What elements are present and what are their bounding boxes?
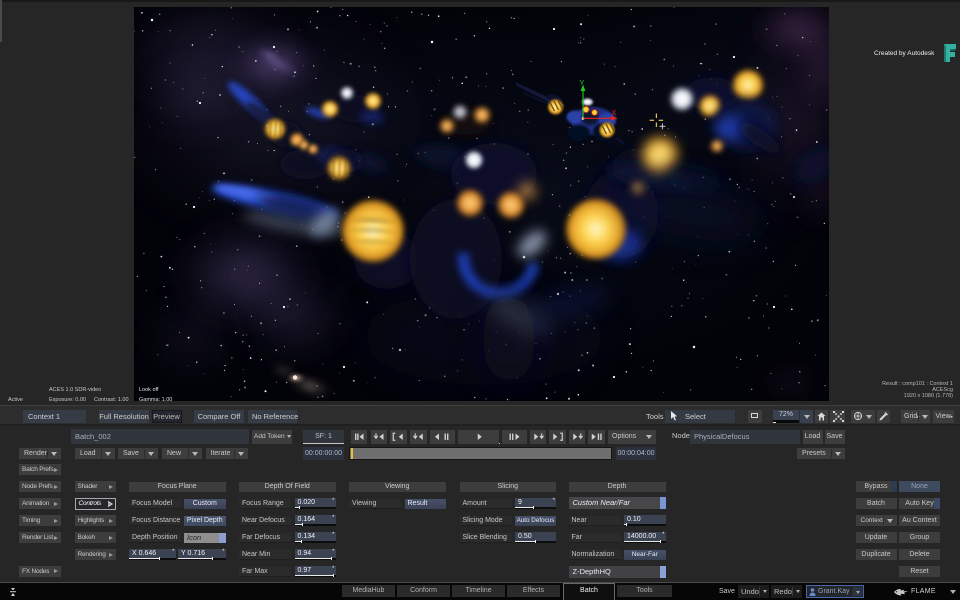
- svg-text:Y: Y: [579, 78, 584, 87]
- svg-text:X: X: [612, 108, 617, 117]
